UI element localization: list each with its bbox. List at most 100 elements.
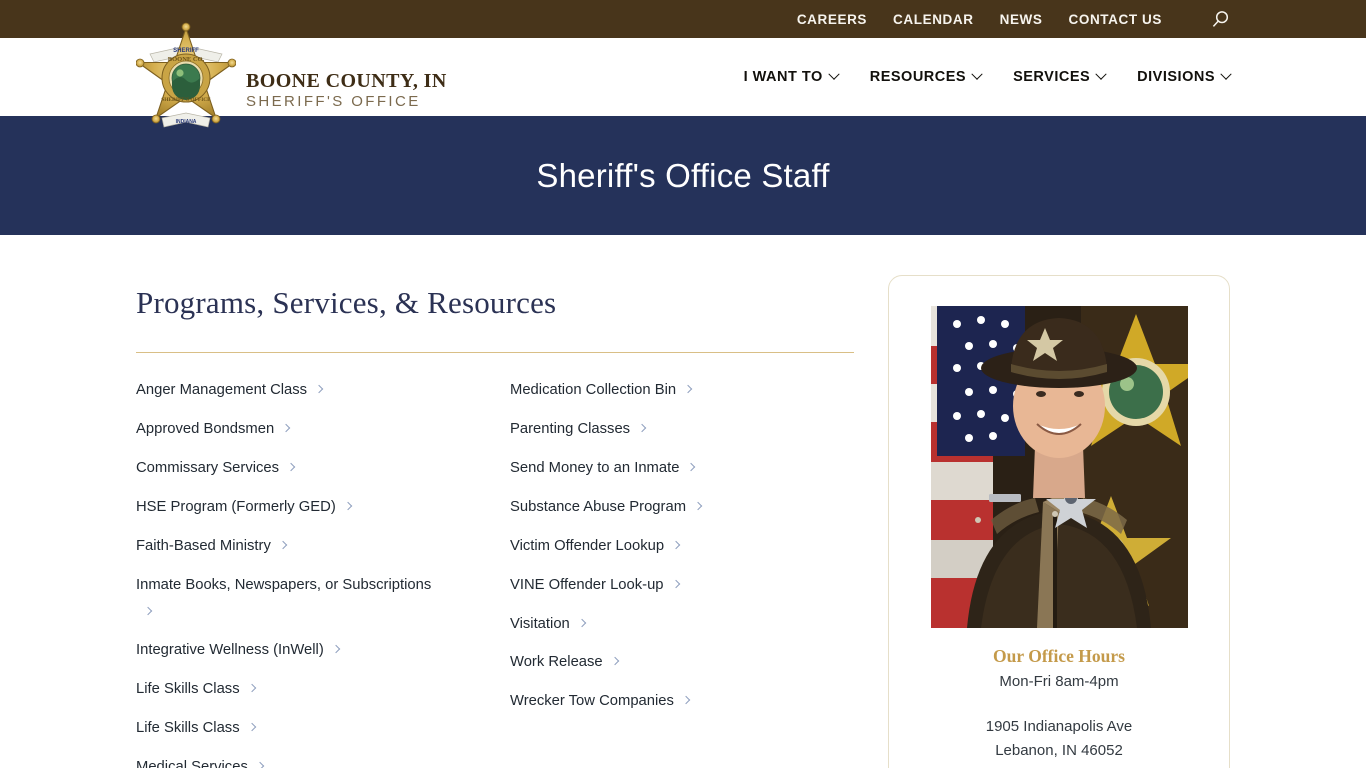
list-item-label: Victim Offender Lookup [510, 537, 665, 554]
office-info-card: Our Office Hours Mon-Fri 8am-4pm 1905 In… [888, 275, 1230, 768]
brand-text: BOONE COUNTY, IN SHERIFF'S OFFICE [246, 44, 447, 112]
list-item-label: Medication Collection Bin [510, 382, 677, 398]
list-item-label: Life Skills Class [136, 720, 240, 737]
list-item[interactable]: Parenting Classes [510, 416, 810, 443]
brand-logo-link[interactable]: BOONE CO. SHERIFF'S OFFICE SHERIFF INDIA… [136, 18, 447, 138]
list-item[interactable]: Medical Services [136, 754, 436, 768]
chevron-right-icon [278, 540, 288, 549]
chevron-right-icon [281, 423, 291, 433]
svg-text:SHERIFF'S OFFICE: SHERIFF'S OFFICE [161, 97, 211, 103]
svg-text:SHERIFF: SHERIFF [173, 48, 199, 54]
office-address: 1905 Indianapolis Ave Lebanon, IN 46052 [915, 715, 1203, 763]
top-utility-links: CAREERS CALENDAR NEWS CONTACT US [797, 9, 1230, 29]
sheriff-star-badge-icon: BOONE CO. SHERIFF'S OFFICE SHERIFF INDIA… [136, 22, 236, 128]
sheriff-portrait-photo [930, 306, 1188, 628]
chevron-right-icon [681, 696, 691, 705]
office-address-line1: 1905 Indianapolis Ave [985, 718, 1133, 735]
list-item[interactable]: Work Release [510, 649, 810, 676]
chevron-right-icon [314, 384, 324, 394]
svg-text:INDIANA: INDIANA [176, 119, 197, 125]
list-item[interactable]: Medication Collection Bin [510, 377, 810, 404]
list-item[interactable]: Victim Offender Lookup [510, 533, 810, 560]
list-item[interactable]: VINE Offender Look-up [510, 572, 810, 599]
topbar-link-news[interactable]: NEWS [1000, 12, 1043, 27]
section-heading: Programs, Services, & Resources [136, 285, 557, 320]
list-item-label: Approved Bondsmen [136, 420, 275, 437]
chevron-down-icon [1220, 68, 1232, 80]
chevron-right-icon [687, 462, 696, 472]
chevron-right-icon [637, 423, 647, 433]
list-item[interactable]: Approved Bondsmen [136, 416, 436, 443]
chevron-down-icon [828, 68, 840, 80]
topbar-link-careers[interactable]: CAREERS [797, 12, 867, 27]
chevron-right-icon [143, 606, 153, 615]
list-item[interactable]: Life Skills Class [136, 676, 436, 703]
list-item[interactable]: Visitation [510, 611, 810, 638]
nav-label-services: SERVICES [1013, 69, 1091, 85]
brand-subtitle: SHERIFF'S OFFICE [246, 93, 421, 111]
nav-label-divisions: DIVISIONS [1137, 69, 1215, 85]
nav-item-i-want-to[interactable]: I WANT TO [743, 68, 840, 85]
page-title: Sheriff's Office Staff [536, 156, 830, 194]
nav-item-resources[interactable]: RESOURCES [869, 68, 983, 85]
chevron-right-icon [671, 540, 681, 549]
list-item[interactable]: Inmate Books, Newspapers, or Subscriptio… [136, 572, 436, 626]
list-item[interactable]: Wrecker Tow Companies [510, 688, 810, 715]
list-item[interactable]: Send Money to an Inmate [510, 455, 810, 482]
list-item-label: Anger Management Class [136, 382, 308, 398]
list-item[interactable]: HSE Program (Formerly GED) [136, 494, 436, 521]
nav-label-resources: RESOURCES [869, 69, 967, 85]
list-item-label: Medical Services [136, 759, 248, 768]
chevron-right-icon [247, 684, 256, 693]
office-hours-title: Our Office Hours [993, 646, 1125, 666]
list-item-label: Faith-Based Ministry [136, 537, 271, 554]
programs-column-left: Anger Management Class Approved Bondsmen… [136, 377, 510, 768]
list-item[interactable]: Commissary Services [136, 455, 436, 482]
chevron-right-icon [255, 761, 265, 768]
chevron-right-icon [331, 645, 341, 654]
nav-label-i-want-to: I WANT TO [743, 69, 823, 85]
list-item-label: HSE Program (Formerly GED) [136, 498, 336, 515]
topbar-link-contact-us[interactable]: CONTACT US [1069, 12, 1163, 27]
chevron-right-icon [610, 657, 619, 666]
list-item[interactable]: Anger Management Class [136, 377, 436, 404]
chevron-down-icon [1095, 68, 1107, 80]
search-icon[interactable] [1210, 9, 1230, 29]
svg-text:BOONE CO.: BOONE CO. [168, 56, 205, 63]
office-hours-value: Mon-Fri 8am-4pm [999, 673, 1119, 690]
list-item-label: Wrecker Tow Companies [510, 693, 674, 710]
list-item[interactable]: Faith-Based Ministry [136, 533, 436, 560]
list-item[interactable]: Integrative Wellness (InWell) [136, 637, 436, 664]
list-item-label: Work Release [510, 654, 603, 671]
programs-lists: Anger Management Class Approved Bondsmen… [136, 377, 854, 768]
list-item[interactable]: Substance Abuse Program [510, 494, 810, 521]
chevron-right-icon [286, 462, 296, 472]
chevron-right-icon [343, 501, 353, 511]
list-item-label: Life Skills Class [136, 681, 240, 698]
programs-column-right: Medication Collection Bin Parenting Clas… [510, 377, 854, 768]
chevron-down-icon [971, 68, 983, 80]
list-item-label: Parenting Classes [510, 420, 631, 437]
brand-title: BOONE COUNTY, IN [246, 70, 447, 93]
topbar-link-calendar[interactable]: CALENDAR [893, 12, 974, 27]
nav-item-divisions[interactable]: DIVISIONS [1137, 68, 1232, 85]
chevron-right-icon [577, 618, 587, 627]
chevron-right-icon [693, 501, 703, 511]
list-item[interactable]: Life Skills Class [136, 715, 436, 742]
chevron-right-icon [683, 384, 693, 394]
main-navigation: I WANT TO RESOURCES SERVICES DIVISIONS [743, 68, 1232, 85]
list-item-label: Commissary Services [136, 459, 280, 476]
list-item-label: Visitation [510, 615, 570, 632]
nav-item-services[interactable]: SERVICES [1013, 68, 1107, 85]
site-header: BOONE CO. SHERIFF'S OFFICE SHERIFF INDIA… [0, 22, 1366, 128]
programs-section: Programs, Services, & Resources Anger Ma… [136, 235, 854, 768]
list-item-label: Substance Abuse Program [510, 498, 687, 515]
chevron-right-icon [247, 723, 256, 732]
section-divider [136, 352, 854, 353]
page-content: Programs, Services, & Resources Anger Ma… [0, 235, 1366, 768]
chevron-right-icon [671, 579, 680, 588]
list-item-label: Integrative Wellness (InWell) [136, 642, 324, 659]
list-item-label: Inmate Books, Newspapers, or Subscriptio… [136, 576, 432, 593]
list-item-label: Send Money to an Inmate [510, 459, 680, 476]
sidebar: Our Office Hours Mon-Fri 8am-4pm 1905 In… [888, 235, 1230, 768]
